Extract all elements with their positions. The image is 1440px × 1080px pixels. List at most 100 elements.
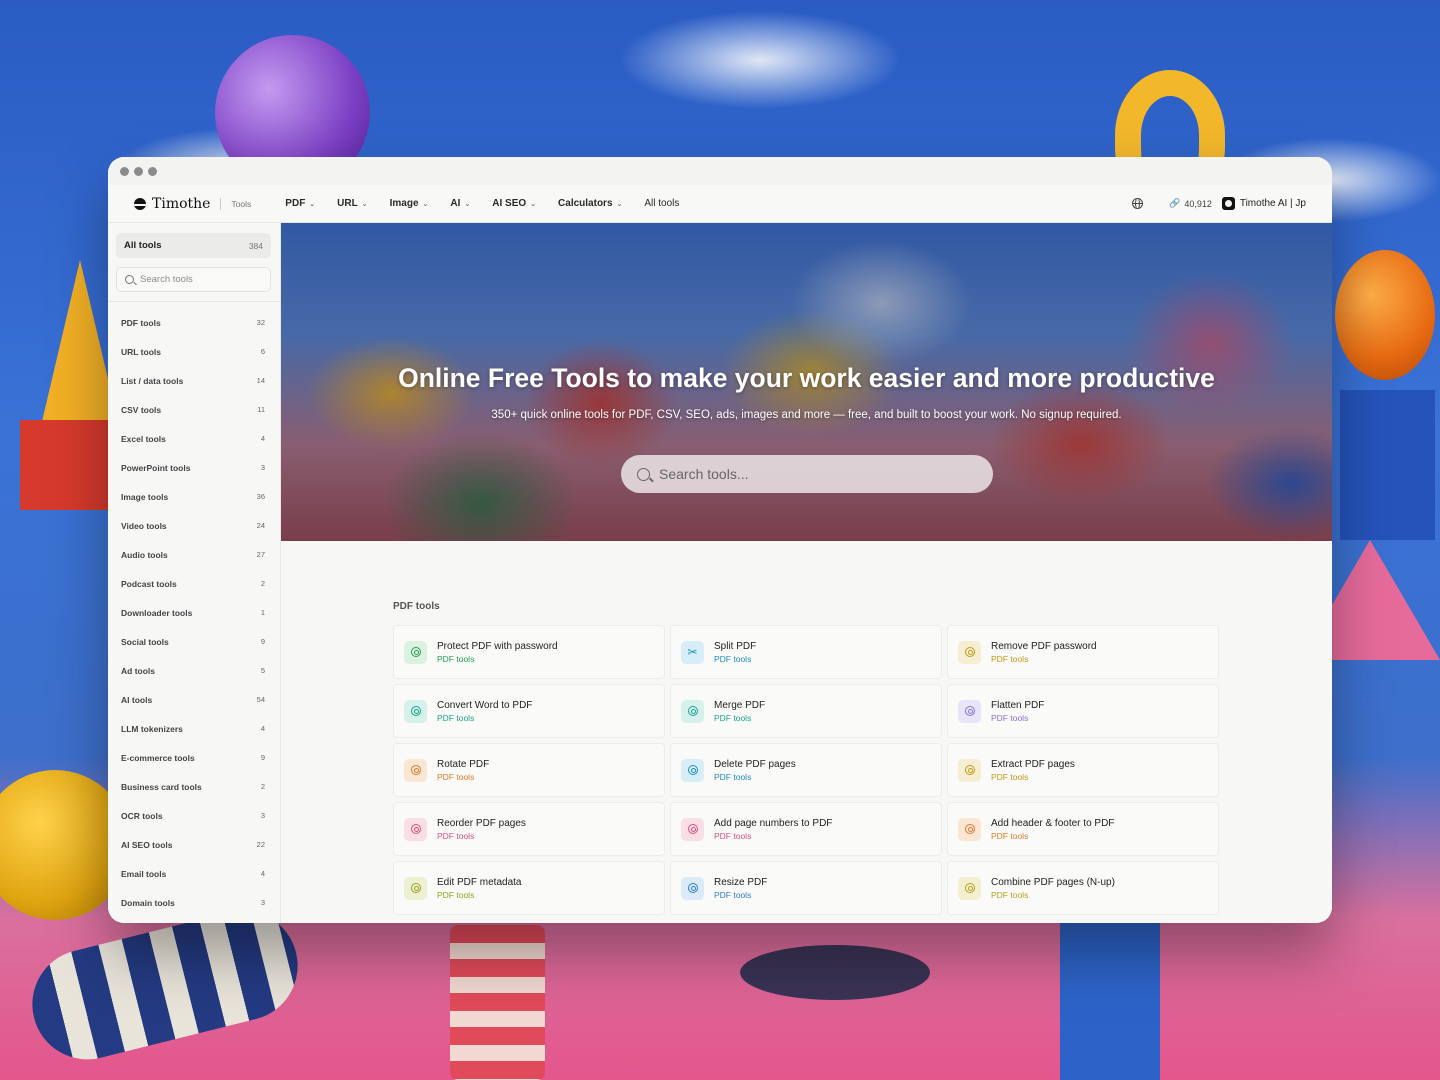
sidebar-item-podcast-tools[interactable]: Podcast tools 2 <box>116 569 271 598</box>
sidebar-item-label: PDF tools <box>121 317 161 328</box>
tool-card[interactable]: Remove PDF password PDF tools <box>947 625 1219 679</box>
sidebar-item-image-tools[interactable]: Image tools 36 <box>116 482 271 511</box>
sidebar-item-count: 4 <box>260 434 265 443</box>
sidebar-item-ai-seo-tools[interactable]: AI SEO tools 22 <box>116 830 271 859</box>
sidebar-item-label: URL tools <box>121 346 161 357</box>
sidebar-item-powerpoint-tools[interactable]: PowerPoint tools 3 <box>116 453 271 482</box>
sidebar-item-pdf-tools[interactable]: PDF tools 32 <box>116 308 271 337</box>
sidebar-item-csv-tools[interactable]: CSV tools 11 <box>116 395 271 424</box>
tool-card[interactable]: Reorder PDF pages PDF tools <box>393 802 665 856</box>
tool-card[interactable]: Extract PDF pages PDF tools <box>947 743 1219 797</box>
tool-name: Delete PDF pages <box>714 758 796 770</box>
tool-card[interactable]: Convert Word to PDF PDF tools <box>393 684 665 738</box>
edit-icon <box>404 876 427 900</box>
sidebar-item-list-data-tools[interactable]: List / data tools 14 <box>116 366 271 395</box>
sidebar-item-ad-tools[interactable]: Ad tools 5 <box>116 656 271 685</box>
tool-card[interactable]: Delete PDF pages PDF tools <box>670 743 942 797</box>
tool-card[interactable]: Combine PDF pages (N-up) PDF tools <box>947 861 1219 915</box>
sidebar-item-video-tools[interactable]: Video tools 24 <box>116 511 271 540</box>
user-menu[interactable]: Timothe AI | Jp <box>1221 197 1306 210</box>
tool-name: Edit PDF metadata <box>437 876 522 888</box>
tool-category: PDF tools <box>437 889 475 900</box>
sidebar-item-count: 3 <box>260 463 265 472</box>
sidebar-item-excel-tools[interactable]: Excel tools 4 <box>116 424 271 453</box>
tool-name: Flatten PDF <box>991 699 1045 711</box>
tool-card-text: Add page numbers to PDF PDF tools <box>714 818 832 841</box>
merge-icon <box>681 699 704 723</box>
sidebar-item-social-tools[interactable]: Social tools 9 <box>116 627 271 656</box>
tool-grid: Protect PDF with password PDF tools ✂ Split… <box>393 625 1332 915</box>
sidebar-item-url-tools[interactable]: URL tools 6 <box>116 337 271 366</box>
hero-content: Online Free Tools to make your work easi… <box>281 223 1332 541</box>
brand[interactable]: Timothe Tools <box>134 196 251 212</box>
nav-item-image[interactable]: Image ⌄ <box>390 198 429 209</box>
sidebar-item-email-tools[interactable]: Email tools 4 <box>116 859 271 888</box>
nav-menu: PDF ⌄ URL ⌄ Image ⌄ AI ⌄ AI SEO ⌄ Calculators… <box>285 198 679 209</box>
sidebar-item-audio-tools[interactable]: Audio tools 27 <box>116 540 271 569</box>
nav-item-pdf[interactable]: PDF ⌄ <box>285 198 315 209</box>
chevron-down-icon: ⌄ <box>361 200 368 208</box>
nav-item-ai-seo[interactable]: AI SEO ⌄ <box>492 198 536 209</box>
nav-item-url[interactable]: URL ⌄ <box>337 198 367 209</box>
sidebar-item-ocr-tools[interactable]: OCR tools 3 <box>116 801 271 830</box>
sidebar-item-all-tools[interactable]: All tools 384 <box>116 233 271 258</box>
tool-name: Merge PDF <box>714 699 766 711</box>
hash-icon <box>681 817 704 841</box>
tool-card[interactable]: ✂ Split PDF PDF tools <box>670 625 942 679</box>
nav-item-all-tools[interactable]: All tools <box>644 198 679 209</box>
scissors-icon: ✂ <box>681 640 704 664</box>
tool-name: Remove PDF password <box>991 640 1097 652</box>
globe-icon[interactable] <box>1132 198 1144 209</box>
window-zoom-dot[interactable] <box>148 166 157 176</box>
brand-divider <box>220 197 222 210</box>
tool-card[interactable]: Add page numbers to PDF PDF tools <box>670 802 942 856</box>
tool-card[interactable]: Edit PDF metadata PDF tools <box>393 861 665 915</box>
tool-card[interactable]: Flatten PDF PDF tools <box>947 684 1219 738</box>
tool-card-text: Merge PDF PDF tools <box>714 700 765 723</box>
search-icon <box>637 467 650 481</box>
sidebar-item-count: 36 <box>256 492 265 501</box>
tool-name: Convert Word to PDF <box>437 699 533 711</box>
sidebar-item-label: Image tools <box>121 491 169 502</box>
tool-card[interactable]: Merge PDF PDF tools <box>670 684 942 738</box>
red-block-shape <box>20 420 110 510</box>
sidebar-item-count: 54 <box>256 695 265 704</box>
sidebar-item-count: 5 <box>260 666 265 675</box>
sidebar-item-label: Social tools <box>121 636 169 647</box>
sidebar-search-input[interactable]: Search tools <box>116 267 271 292</box>
sidebar-item-label: AI SEO tools <box>121 839 173 850</box>
tool-card[interactable]: Rotate PDF PDF tools <box>393 743 665 797</box>
sidebar-item-label: All tools <box>124 240 162 251</box>
tool-name: Reorder PDF pages <box>437 817 526 829</box>
striped-tower-shape <box>450 925 545 1080</box>
window-minimize-dot[interactable] <box>134 166 143 176</box>
tool-name: Combine PDF pages (N-up) <box>991 876 1115 888</box>
tool-name: Protect PDF with password <box>437 640 558 652</box>
sidebar-item-domain-tools[interactable]: Domain tools 3 <box>116 888 271 917</box>
sidebar-item-e-commerce-tools[interactable]: E-commerce tools 9 <box>116 743 271 772</box>
reorder-icon <box>404 817 427 841</box>
top-navigation: Timothe Tools PDF ⌄ URL ⌄ Image ⌄ AI ⌄ AI SE… <box>108 185 1332 223</box>
brand-name: Timothe <box>152 195 211 212</box>
sidebar-item-llm-tokenizers[interactable]: LLM tokenizers 4 <box>116 714 271 743</box>
hero-search-input[interactable]: Search tools... <box>621 455 993 493</box>
sidebar-item-label: LLM tokenizers <box>121 723 183 734</box>
tool-card[interactable]: Add header & footer to PDF PDF tools <box>947 802 1219 856</box>
hero-title: Online Free Tools to make your work easi… <box>398 363 1215 393</box>
window-close-dot[interactable] <box>120 166 129 176</box>
sidebar-item-count: 11 <box>257 405 265 414</box>
sidebar-item-count: 22 <box>256 840 265 849</box>
tool-card[interactable]: Resize PDF PDF tools <box>670 861 942 915</box>
trash-icon <box>681 758 704 782</box>
link-icon: 🔗 <box>1169 198 1181 208</box>
sidebar-item-ai-tools[interactable]: AI tools 54 <box>116 685 271 714</box>
tool-card[interactable]: Protect PDF with password PDF tools <box>393 625 665 679</box>
sidebar-item-count: 3 <box>260 811 265 820</box>
nav-item-ai[interactable]: AI ⌄ <box>450 198 470 209</box>
orange-ball-shape <box>1335 250 1435 380</box>
sidebar-item-label: Video tools <box>121 520 167 531</box>
sidebar-item-business-card-tools[interactable]: Business card tools 2 <box>116 772 271 801</box>
sidebar-item-label: PowerPoint tools <box>121 462 191 473</box>
nav-item-calculators[interactable]: Calculators ⌄ <box>558 198 622 209</box>
sidebar-item-downloader-tools[interactable]: Downloader tools 1 <box>116 598 271 627</box>
